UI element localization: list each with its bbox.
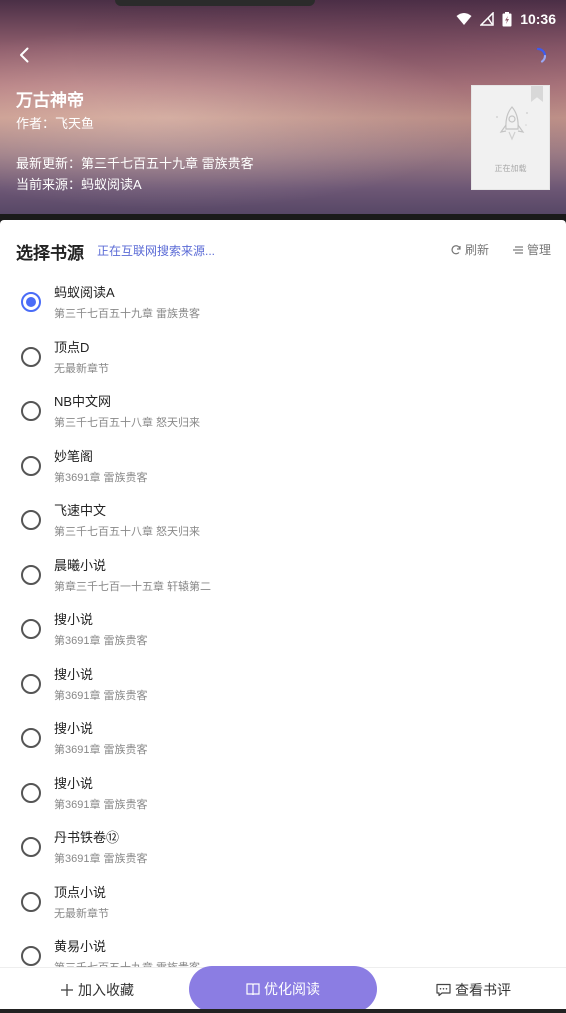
search-status: 正在互联网搜索来源... — [97, 244, 216, 258]
source-name: 妙笔阁 — [54, 448, 94, 464]
source-name: 黄易小说 — [54, 939, 107, 954]
panel-title: 选择书源 — [16, 244, 84, 263]
source-radio[interactable] — [21, 728, 41, 748]
source-item[interactable]: 飞速中文第三千七百五十八章 怒天归来 — [0, 491, 566, 546]
source-latest-chapter: 第章三千七百一十五章 轩辕第二 — [54, 580, 212, 593]
refresh-button[interactable]: 刷新 — [450, 241, 489, 258]
source-name: 顶点D — [54, 339, 90, 355]
source-latest-chapter: 无最新章节 — [54, 362, 109, 375]
screen-bottom-edge — [0, 1009, 566, 1013]
source-name: NB中文网 — [54, 394, 112, 409]
source-radio-selected[interactable] — [21, 292, 41, 312]
source-panel: 选择书源 正在互联网搜索来源... 刷新 管理 蚂蚁阅读A 第三千七百五十九章 雷… — [0, 220, 566, 1013]
source-item[interactable]: 顶点小说 无最新章节 — [0, 873, 566, 928]
comment-icon — [436, 983, 451, 997]
source-select-screen: 10:36 万古神帝 作者：飞天鱼 最新更新：第三千七百五十九章 雷族贵客 当前… — [0, 0, 566, 1013]
status-bar: 10:36 — [456, 8, 556, 30]
source-item[interactable]: 顶点D 无最新章节 — [0, 328, 566, 383]
add-to-favorites-label: 加入收藏 — [78, 982, 134, 998]
book-header: 10:36 万古神帝 作者：飞天鱼 最新更新：第三千七百五十九章 雷族贵客 当前… — [0, 0, 566, 214]
refresh-label: 刷新 — [465, 243, 490, 257]
source-radio[interactable] — [21, 401, 41, 421]
wifi-icon — [456, 13, 472, 25]
loading-spinner-icon — [528, 46, 548, 66]
refresh-icon — [451, 244, 461, 254]
camera-notch — [115, 0, 315, 6]
source-name: 晨曦小说 — [54, 557, 107, 573]
source-item[interactable]: 晨曦小说第章三千七百一十五章 轩辕第二 — [0, 546, 566, 601]
view-reviews-label: 查看书评 — [455, 982, 511, 998]
book-open-icon — [246, 983, 260, 996]
chevron-left-icon — [20, 47, 29, 63]
signal-off-icon — [480, 12, 494, 26]
source-item[interactable]: 搜小说第3691章 雷族贵客 — [0, 709, 566, 764]
source-latest-chapter: 第3691章 雷族贵客 — [54, 744, 148, 756]
rocket-icon — [496, 106, 528, 141]
book-author: 作者：飞天鱼 — [16, 116, 95, 131]
source-latest-chapter: 第3691章 雷族贵客 — [54, 471, 148, 484]
bottom-action-bar: 加入收藏 优化阅读 查看书评 — [0, 966, 566, 1013]
plus-icon — [61, 984, 73, 996]
source-radio[interactable] — [21, 782, 41, 803]
source-item[interactable]: 搜小说第3691章 雷族贵客 — [0, 655, 566, 710]
source-name: 丹书铁卷⑫ — [54, 830, 120, 845]
status-time: 10:36 — [520, 11, 556, 27]
current-source: 当前来源：蚂蚁阅读A — [16, 177, 142, 192]
source-latest-chapter: 第3691章 雷族贵客 — [54, 798, 148, 811]
source-name: 蚂蚁阅读A — [54, 285, 115, 300]
manage-label: 管理 — [527, 243, 552, 257]
source-name: 飞速中文 — [54, 503, 107, 518]
source-radio[interactable] — [21, 673, 41, 694]
source-item[interactable]: 蚂蚁阅读A 第三千七百五十九章 雷族贵客 — [0, 273, 566, 328]
source-radio[interactable] — [21, 946, 41, 966]
source-radio[interactable] — [21, 891, 41, 912]
source-name: 搜小说 — [54, 775, 94, 791]
bookmark-icon — [531, 86, 543, 102]
book-cover: 正在加载 — [471, 85, 550, 190]
source-radio[interactable] — [21, 619, 41, 639]
source-name: 搜小说 — [54, 612, 94, 627]
cover-loading-text: 正在加载 — [494, 164, 527, 173]
source-item[interactable]: 搜小说第3691章 雷族贵客 — [0, 764, 566, 819]
optimize-reading-label: 优化阅读 — [264, 981, 320, 997]
latest-update: 最新更新：第三千七百五十九章 雷族贵客 — [16, 156, 254, 171]
source-item[interactable]: 搜小说第3691章 雷族贵客 — [0, 600, 566, 655]
source-radio[interactable] — [21, 837, 41, 857]
source-latest-chapter: 第三千七百五十八章 怒天归来 — [54, 526, 201, 538]
source-radio[interactable] — [21, 510, 41, 530]
source-latest-chapter: 第三千七百五十八章 怒天归来 — [54, 417, 201, 429]
source-name: 顶点小说 — [54, 884, 107, 900]
source-radio[interactable] — [21, 455, 41, 476]
add-to-favorites-button[interactable]: 加入收藏 — [60, 980, 134, 1000]
list-icon — [513, 245, 523, 254]
source-latest-chapter: 第3691章 雷族贵客 — [54, 689, 148, 702]
source-item[interactable]: 丹书铁卷⑫ 第3691章 雷族贵客 — [0, 818, 566, 873]
source-latest-chapter: 第三千七百五十九章 雷族贵客 — [54, 959, 200, 967]
battery-icon — [502, 11, 512, 26]
manage-button[interactable]: 管理 — [512, 241, 551, 258]
source-name: 搜小说 — [54, 666, 94, 682]
source-name: 搜小说 — [54, 721, 94, 736]
source-latest-chapter: 无最新章节 — [54, 907, 109, 920]
view-reviews-button[interactable]: 查看书评 — [436, 980, 511, 1000]
source-list[interactable]: 蚂蚁阅读A 第三千七百五十九章 雷族贵客 顶点D 无最新章节 NB中文网 第三千七百五十八… — [0, 273, 566, 967]
source-latest-chapter: 第3691章 雷族贵客 — [54, 635, 148, 647]
optimize-reading-button[interactable]: 优化阅读 — [189, 966, 377, 1012]
source-item[interactable]: NB中文网第三千七百五十八章 怒天归来 — [0, 382, 566, 437]
back-button[interactable] — [12, 42, 38, 68]
source-item[interactable]: 妙笔阁第3691章 雷族贵客 — [0, 437, 566, 492]
source-radio[interactable] — [21, 346, 41, 367]
book-title: 万古神帝 — [16, 91, 84, 110]
source-item[interactable]: 黄易小说第三千七百五十九章 雷族贵客 — [0, 927, 566, 967]
source-latest-chapter: 第三千七百五十九章 雷族贵客 — [54, 308, 201, 320]
source-latest-chapter: 第3691章 雷族贵客 — [54, 853, 148, 865]
source-radio[interactable] — [21, 564, 41, 585]
